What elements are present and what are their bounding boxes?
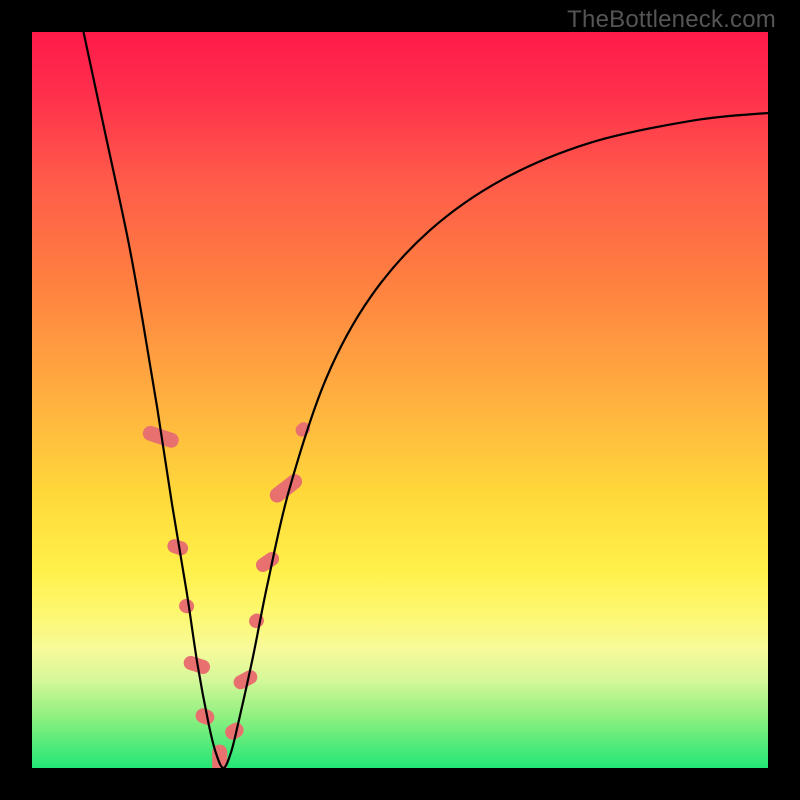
curve-marker — [247, 612, 266, 630]
curve-marker — [178, 598, 195, 615]
bottleneck-curve — [32, 32, 768, 768]
plot-area — [32, 32, 768, 768]
chart-frame: TheBottleneck.com — [0, 0, 800, 800]
curve-marker — [254, 550, 281, 574]
watermark-text: TheBottleneck.com — [567, 6, 776, 34]
